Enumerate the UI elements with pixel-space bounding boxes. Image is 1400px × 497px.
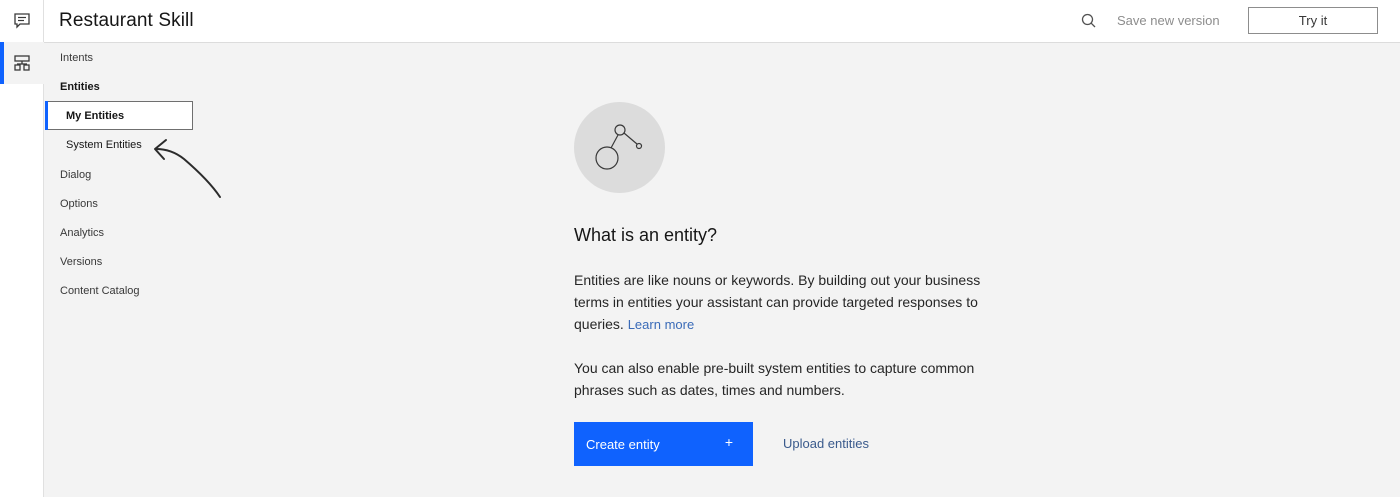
save-new-version-button[interactable]: Save new version: [1117, 13, 1220, 28]
skills-button[interactable]: [0, 42, 44, 84]
search-button[interactable]: [1079, 11, 1099, 31]
nav-item-options[interactable]: Options: [60, 198, 98, 210]
search-icon: [1081, 13, 1096, 28]
entity-description: Entities are like nouns or keywords. By …: [574, 269, 1004, 336]
assistant-chat-button[interactable]: [0, 0, 44, 42]
try-it-button[interactable]: Try it: [1248, 7, 1378, 34]
learn-more-link[interactable]: Learn more: [628, 317, 694, 332]
chat-icon: [14, 13, 30, 29]
nav-item-dialog[interactable]: Dialog: [60, 169, 91, 181]
hierarchy-icon: [14, 55, 30, 71]
create-entity-button[interactable]: Create entity +: [574, 422, 753, 466]
nav-item-analytics[interactable]: Analytics: [60, 227, 104, 239]
plus-icon: +: [724, 434, 733, 450]
upload-entities-button[interactable]: Upload entities: [783, 436, 869, 451]
header-bar: Restaurant Skill Save new version Try it: [44, 0, 1400, 43]
entity-illustration: [574, 102, 665, 193]
nav-item-content-catalog[interactable]: Content Catalog: [60, 285, 140, 297]
nav-item-entities[interactable]: Entities: [60, 81, 100, 93]
nav-item-intents[interactable]: Intents: [60, 52, 93, 64]
system-entities-description: You can also enable pre-built system ent…: [574, 360, 975, 398]
nav-item-my-entities[interactable]: My Entities: [45, 101, 193, 130]
nav-item-versions[interactable]: Versions: [60, 256, 102, 268]
create-entity-label: Create entity: [586, 436, 660, 452]
annotation-arrow-icon: [154, 139, 221, 198]
entity-graph-icon: [595, 124, 643, 170]
empty-state-heading: What is an entity?: [574, 225, 718, 245]
icon-rail: [0, 0, 44, 497]
page-title: Restaurant Skill: [59, 10, 194, 31]
